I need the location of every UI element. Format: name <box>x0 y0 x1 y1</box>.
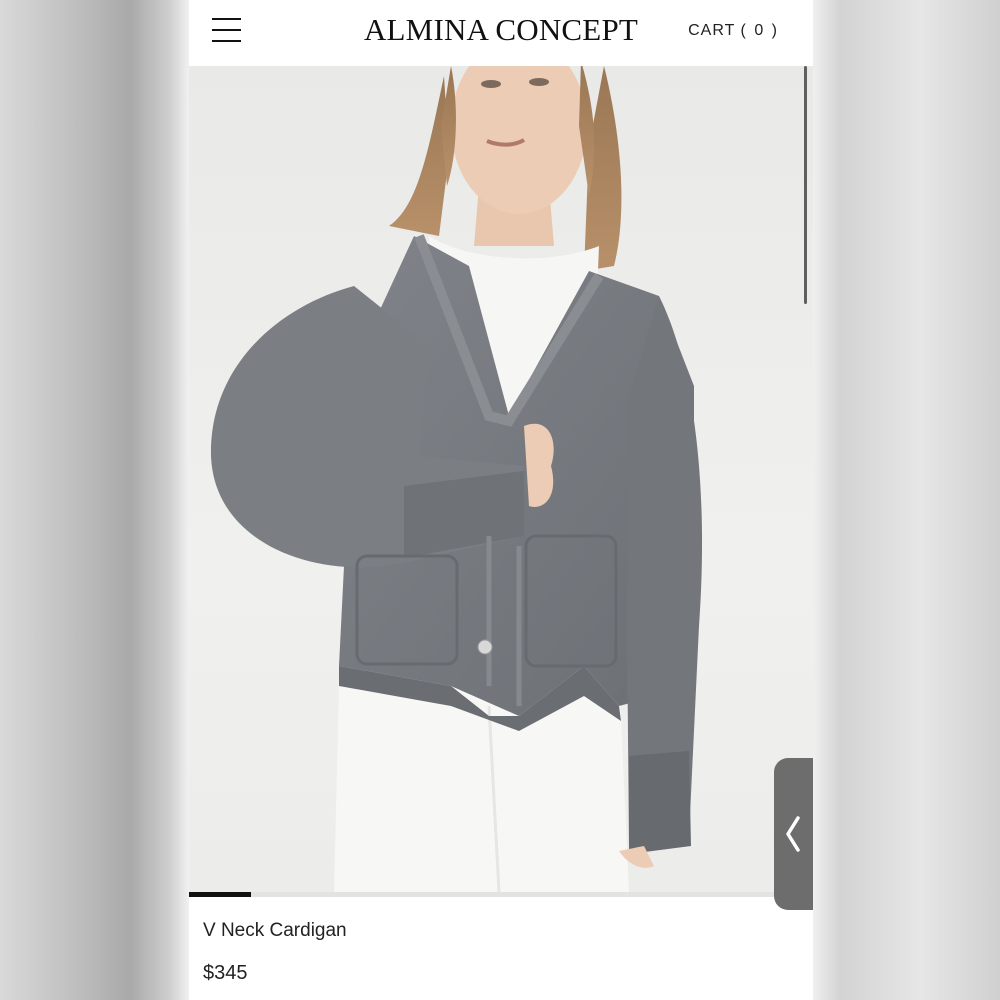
gallery-progress-track <box>189 892 813 897</box>
scrollbar-thumb[interactable] <box>804 66 807 304</box>
site-header: ALMINA CONCEPT CART ( 0 ) <box>189 0 813 66</box>
product-price: $345 <box>203 962 248 984</box>
gallery-progress-fill <box>189 892 252 897</box>
cart-label: CART <box>688 22 736 39</box>
mobile-viewport: ALMINA CONCEPT CART ( 0 ) V Neck Cardiga… <box>189 0 813 1000</box>
cart-link[interactable]: CART ( 0 ) <box>688 22 779 40</box>
model-wearing-grey-v-neck-cardigan <box>210 66 703 892</box>
chevron-left-icon <box>786 816 800 852</box>
side-tab[interactable] <box>774 758 813 910</box>
product-hero-image[interactable] <box>189 66 813 892</box>
cart-count: ( 0 ) <box>740 22 779 39</box>
product-name[interactable]: V Neck Cardigan <box>203 920 347 942</box>
